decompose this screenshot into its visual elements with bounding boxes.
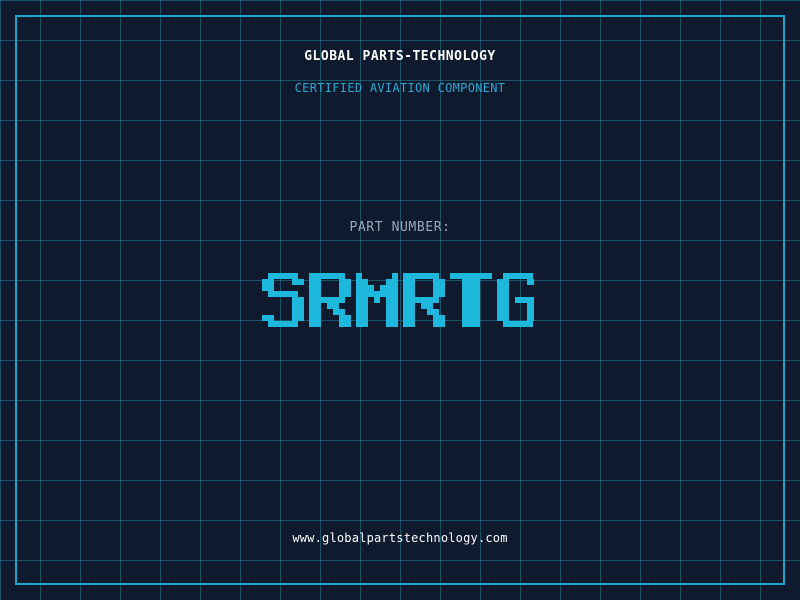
part-number-char	[403, 273, 445, 327]
part-number-char	[356, 273, 398, 327]
part-number-char	[309, 273, 351, 327]
part-number-glyphs	[262, 273, 534, 327]
tagline: CERTIFIED AVIATION COMPONENT	[294, 81, 506, 95]
part-number-label: PART NUMBER:	[349, 220, 451, 235]
website-url: www.globalpartstechnology.com	[292, 531, 508, 545]
part-number-char	[450, 273, 492, 327]
company-name: GLOBAL PARTS-TECHNOLOGY	[304, 49, 496, 64]
part-number-char	[497, 273, 534, 327]
part-number-char	[262, 273, 304, 327]
part-number-display	[262, 273, 534, 327]
